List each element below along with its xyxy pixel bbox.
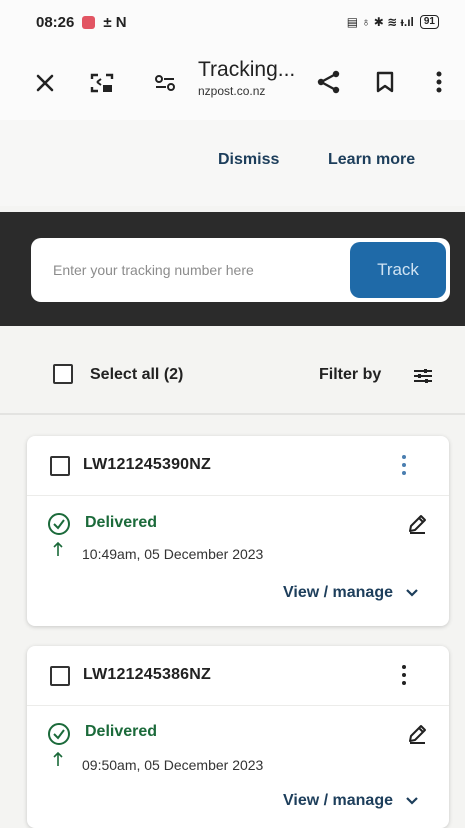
parcel-card: LW121245390NZ Delivered 10:49am, 05 Dece… [27, 436, 449, 626]
chevron-down-icon[interactable] [403, 792, 421, 810]
page-url: nzpost.co.nz [198, 84, 266, 98]
edit-pencil-icon[interactable] [405, 512, 429, 536]
parcel-menu-icon[interactable] [399, 452, 409, 478]
status-time: 08:26 [36, 13, 75, 31]
parcel-checkbox[interactable] [50, 456, 70, 476]
timeline-arrow-icon [51, 750, 65, 768]
delivery-datetime: 09:50am, 05 December 2023 [82, 757, 264, 773]
download-notification-icons: ± N [103, 13, 127, 31]
parcel-card: LW121245386NZ Delivered 09:50am, 05 Dece… [27, 646, 449, 828]
chevron-down-icon[interactable] [403, 584, 421, 602]
track-button[interactable]: Track [350, 242, 446, 298]
tracking-search-band: Track [0, 212, 465, 326]
tracking-number: LW121245390NZ [83, 456, 212, 473]
tracking-number: LW121245386NZ [83, 666, 212, 683]
bookmark-icon[interactable] [370, 67, 400, 97]
page-title-block[interactable]: Tracking... nzpost.co.nz [198, 58, 295, 98]
timeline-arrow-icon [51, 540, 65, 558]
app-notification-icon [82, 15, 96, 29]
parcel-menu-icon[interactable] [399, 662, 409, 688]
list-controls: Select all (2) Filter by [0, 340, 465, 412]
status-bar: 08:26 ± N ▤ ♁ ✱ ≋ ᵻ.ıl 91 [0, 0, 465, 44]
parcel-checkbox[interactable] [50, 666, 70, 686]
filter-icon[interactable] [410, 364, 436, 388]
status-left: 08:26 ± N [36, 14, 127, 31]
share-icon[interactable] [312, 65, 346, 99]
open-in-app-icon[interactable] [85, 66, 119, 100]
parcel-card-header: LW121245386NZ [27, 646, 449, 706]
page-title: Tracking... [198, 58, 296, 81]
view-manage-link[interactable]: View / manage [283, 584, 393, 602]
edit-pencil-icon[interactable] [405, 722, 429, 746]
select-all-label[interactable]: Select all (2) [90, 366, 183, 384]
delivered-check-icon [47, 722, 71, 746]
parcel-card-header: LW121245390NZ [27, 436, 449, 496]
tracking-number-input[interactable] [31, 238, 351, 302]
system-status-icons: ▤ ♁ ✱ ≋ ᵻ.ıl [346, 15, 414, 29]
close-icon[interactable] [30, 68, 60, 98]
delivered-check-icon [47, 512, 71, 536]
list-divider [0, 413, 465, 415]
status-right: ▤ ♁ ✱ ≋ ᵻ.ıl 91 [347, 15, 439, 29]
site-settings-icon[interactable] [150, 68, 180, 98]
delivery-status: Delivered [85, 514, 158, 531]
delivery-datetime: 10:49am, 05 December 2023 [82, 546, 264, 562]
view-manage-link[interactable]: View / manage [283, 792, 393, 810]
cookie-banner: Dismiss Learn more [0, 120, 465, 206]
more-options-icon[interactable] [428, 67, 450, 97]
select-all-checkbox[interactable] [53, 364, 73, 384]
filter-by-button[interactable]: Filter by [319, 366, 381, 384]
tracking-search-box: Track [31, 238, 450, 302]
learn-more-link[interactable]: Learn more [328, 151, 415, 169]
battery-icon: 91 [419, 15, 439, 29]
delivery-status: Delivered [85, 723, 158, 740]
dismiss-button[interactable]: Dismiss [218, 151, 279, 169]
